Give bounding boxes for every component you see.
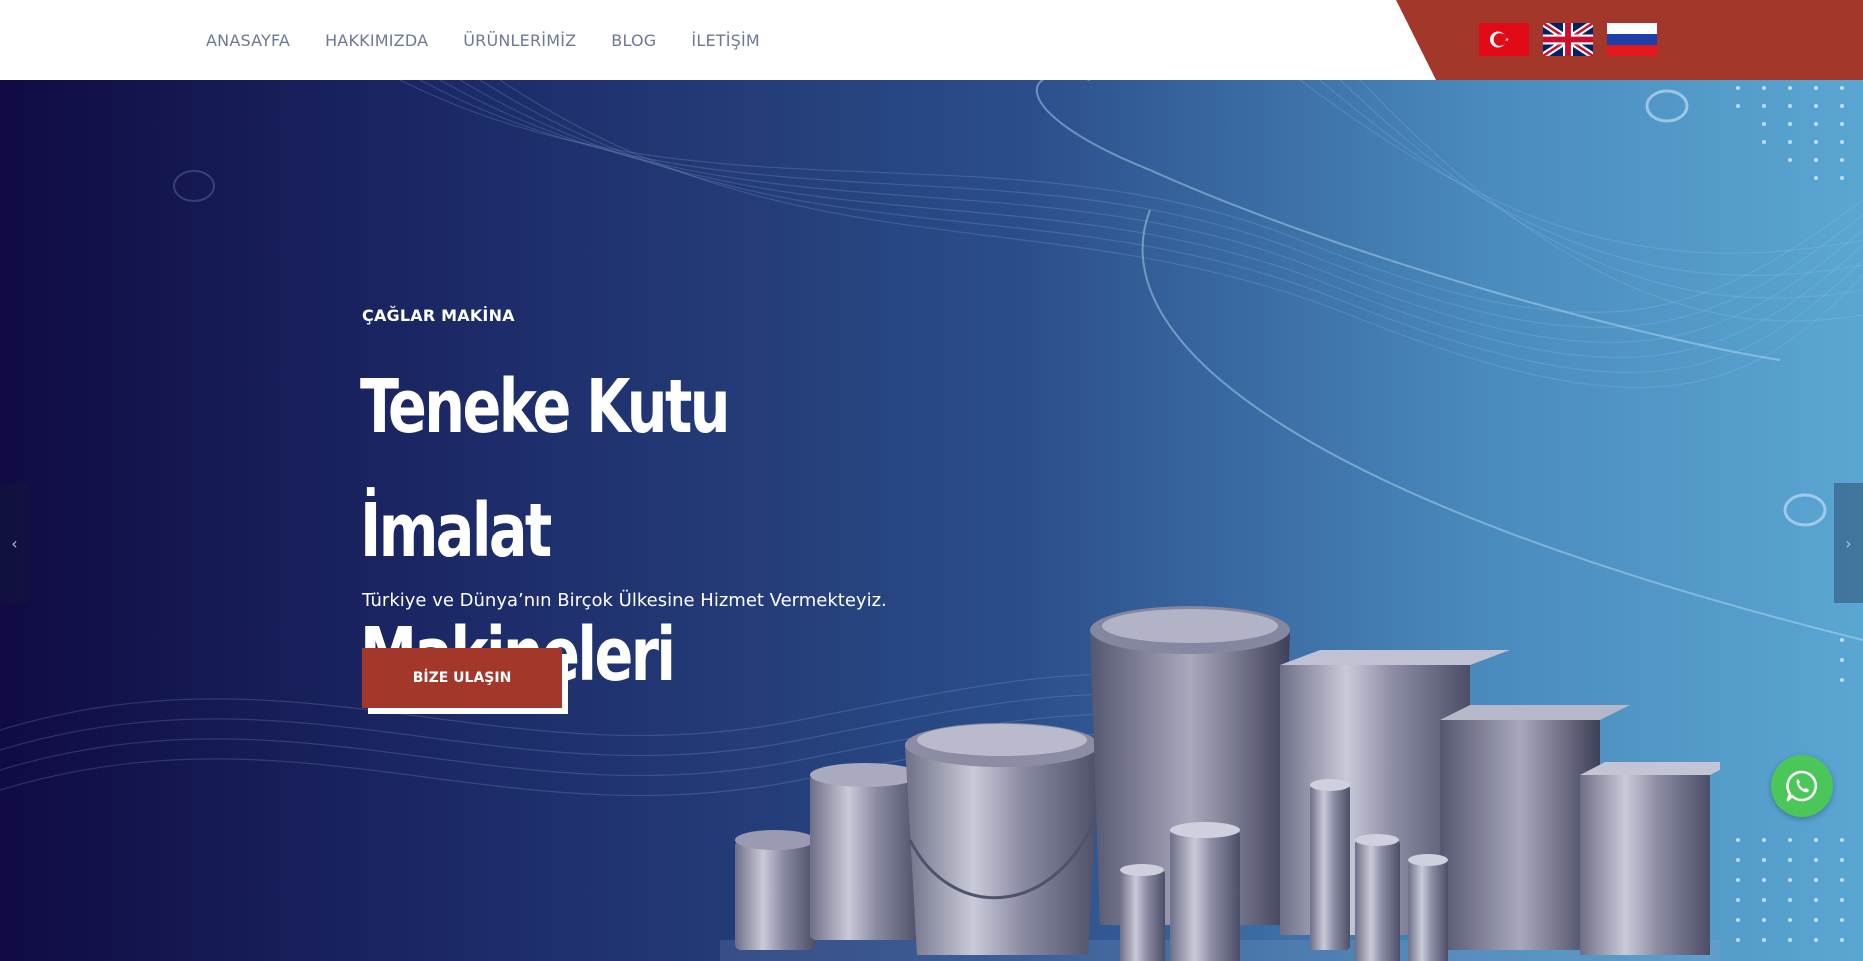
- uk-flag-icon[interactable]: [1543, 23, 1593, 56]
- nav-item-hakkimizda[interactable]: HAKKIMIZDA: [325, 31, 428, 50]
- nav-item-urunlerimiz[interactable]: ÜRÜNLERİMİZ: [463, 31, 576, 50]
- hero-slider: ÇAĞLAR MAKİNA Teneke Kutu İmalat Makinel…: [0, 80, 1863, 961]
- nav-item-blog[interactable]: BLOG: [611, 31, 656, 50]
- hero-eyebrow: ÇAĞLAR MAKİNA: [362, 306, 515, 325]
- whatsapp-icon: [1786, 770, 1818, 802]
- whatsapp-button[interactable]: [1771, 755, 1833, 817]
- nav-item-iletisim[interactable]: İLETİŞİM: [691, 31, 760, 50]
- main-nav: ANASAYFA HAKKIMIZDA ÜRÜNLERİMİZ BLOG İLE…: [206, 0, 795, 80]
- chevron-left-icon: ‹: [11, 533, 18, 553]
- contact-us-button[interactable]: BİZE ULAŞIN: [362, 648, 562, 708]
- hero-subtitle: Türkiye ve Dünya’nın Birçok Ülkesine Hiz…: [362, 590, 887, 611]
- language-switcher: [1479, 23, 1657, 56]
- russia-flag-icon[interactable]: [1607, 23, 1657, 56]
- slider-prev-button[interactable]: ‹: [0, 483, 29, 603]
- nav-item-anasayfa[interactable]: ANASAYFA: [206, 31, 290, 50]
- slider-next-button[interactable]: ›: [1834, 483, 1863, 603]
- turkey-flag-icon[interactable]: [1479, 23, 1529, 56]
- site-header: ANASAYFA HAKKIMIZDA ÜRÜNLERİMİZ BLOG İLE…: [0, 0, 1863, 80]
- chevron-right-icon: ›: [1845, 533, 1852, 553]
